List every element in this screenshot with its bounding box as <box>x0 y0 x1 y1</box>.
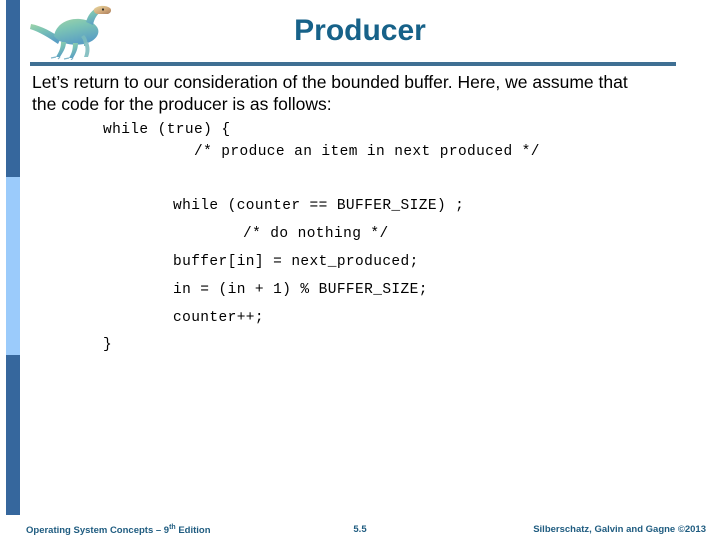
sidebar-band-bottom <box>6 355 20 515</box>
body-paragraph: Let’s return to our consideration of the… <box>32 72 628 115</box>
footer-copyright: Silberschatz, Galvin and Gagne ©2013 <box>533 524 706 535</box>
code-line: counter++; <box>173 310 265 326</box>
code-line: } <box>103 337 113 353</box>
code-line: /* do nothing */ <box>243 226 389 242</box>
code-line: while (true) { <box>103 122 231 138</box>
dinosaur-logo-icon <box>28 2 114 61</box>
code-line: buffer[in] = next_produced; <box>173 254 419 270</box>
code-line: in = (in + 1) % BUFFER_SIZE; <box>173 282 428 298</box>
sidebar-band-top <box>6 0 20 177</box>
slide-canvas: Producer Let’s return to our considerati… <box>0 0 720 540</box>
code-line: /* produce an item in next produced */ <box>194 144 540 160</box>
code-line: while (counter == BUFFER_SIZE) ; <box>173 198 465 214</box>
page-title: Producer <box>294 14 426 47</box>
title-divider <box>30 62 676 66</box>
sidebar-band-middle <box>6 177 20 355</box>
